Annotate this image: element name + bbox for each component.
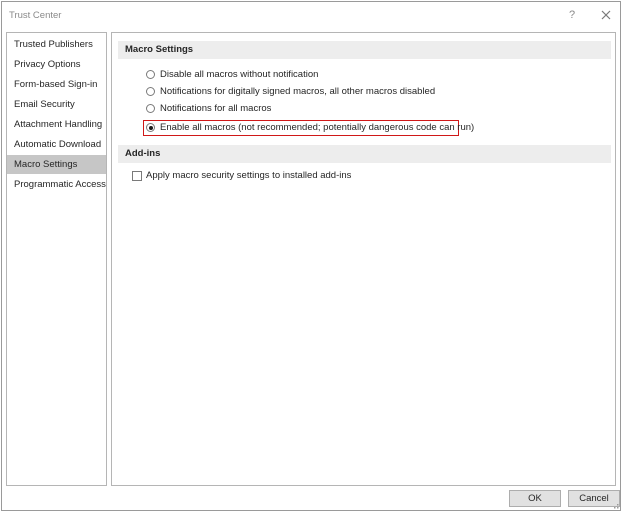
radio-label: Disable all macros without notification: [160, 69, 319, 80]
resize-grip-icon[interactable]: [611, 501, 619, 509]
radio-label: Notifications for digitally signed macro…: [160, 86, 436, 97]
dialog-title: Trust Center: [9, 10, 62, 21]
trust-center-dialog: Trust Center ? Trusted Publishers Privac…: [1, 1, 621, 511]
title-bar: Trust Center ?: [2, 2, 620, 28]
sidebar-item-trusted-publishers[interactable]: Trusted Publishers: [7, 35, 106, 54]
addins-checkbox-label: Apply macro security settings to install…: [146, 170, 352, 181]
addins-header: Add-ins: [118, 145, 611, 163]
sidebar-item-automatic-download[interactable]: Automatic Download: [7, 135, 106, 154]
sidebar-item-programmatic-access[interactable]: Programmatic Access: [7, 175, 106, 194]
sidebar-item-macro-settings[interactable]: Macro Settings: [7, 155, 106, 174]
radio-button-selected[interactable]: [146, 123, 155, 132]
radio-button[interactable]: [146, 87, 155, 96]
close-icon[interactable]: [598, 7, 614, 23]
radio-label: Enable all macros (not recommended; pote…: [160, 122, 475, 133]
radio-selected-dot: [148, 125, 153, 130]
ok-button[interactable]: OK: [509, 490, 561, 507]
sidebar-item-form-based-sign-in[interactable]: Form-based Sign-in: [7, 75, 106, 94]
sidebar-item-email-security[interactable]: Email Security: [7, 95, 106, 114]
radio-button[interactable]: [146, 70, 155, 79]
help-icon[interactable]: ?: [564, 7, 580, 23]
settings-panel: Macro Settings Disable all macros withou…: [111, 32, 616, 486]
sidebar-item-attachment-handling[interactable]: Attachment Handling: [7, 115, 106, 134]
radio-label: Notifications for all macros: [160, 103, 272, 114]
sidebar-item-privacy-options[interactable]: Privacy Options: [7, 55, 106, 74]
category-sidebar: Trusted Publishers Privacy Options Form-…: [6, 32, 107, 486]
radio-button[interactable]: [146, 104, 155, 113]
macro-settings-header: Macro Settings: [118, 41, 611, 59]
addins-checkbox[interactable]: [132, 171, 142, 181]
